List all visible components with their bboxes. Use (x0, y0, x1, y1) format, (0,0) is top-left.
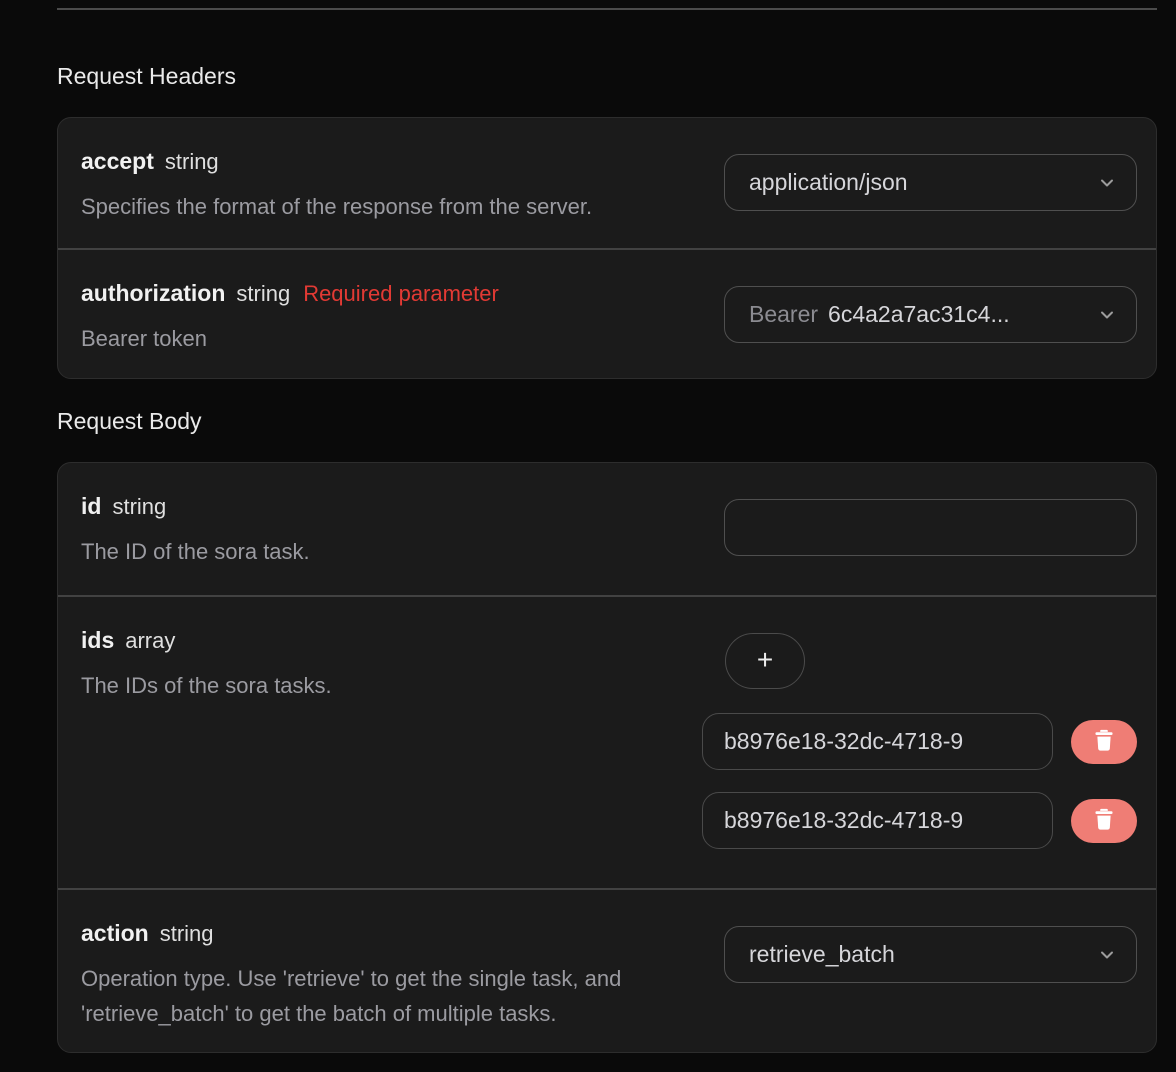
param-type: string (236, 281, 291, 306)
request-body-label: Request Body (57, 408, 202, 434)
chevron-down-icon (1096, 944, 1118, 966)
param-type: string (164, 149, 219, 174)
param-control-action: retrieve_batch (701, 926, 1137, 983)
trash-icon (1091, 806, 1117, 835)
top-divider (57, 8, 1157, 10)
param-control-id (701, 499, 1137, 556)
param-row-id: id string The ID of the sora task. (58, 463, 1156, 595)
accept-select[interactable]: application/json (724, 154, 1137, 211)
param-title: action string (81, 918, 689, 949)
param-info-id: id string The ID of the sora task. (81, 491, 701, 569)
param-type: string (159, 921, 214, 946)
chevron-down-icon (1096, 172, 1118, 194)
param-control-authorization: Bearer 6c4a2a7ac31c4... (701, 286, 1137, 343)
param-row-action: action string Operation type. Use 'retri… (58, 888, 1156, 1052)
action-select-value: retrieve_batch (749, 941, 895, 967)
param-control-accept: application/json (701, 154, 1137, 211)
param-name: accept (81, 148, 154, 174)
param-info-action: action string Operation type. Use 'retri… (81, 918, 701, 1031)
request-body-card: id string The ID of the sora task. ids a… (57, 462, 1157, 1053)
id-input[interactable] (724, 499, 1137, 556)
param-title: id string (81, 491, 689, 522)
delete-item-button[interactable] (1071, 798, 1137, 843)
add-item-button[interactable]: + (725, 633, 805, 689)
param-name: authorization (81, 280, 226, 306)
delete-item-button[interactable] (1071, 719, 1137, 764)
param-row-authorization: authorization string Required parameter … (58, 248, 1156, 378)
param-name: id (81, 493, 102, 519)
array-item-row (702, 792, 1137, 849)
param-row-accept: accept string Specifies the format of th… (58, 118, 1156, 248)
ids-item-input-1[interactable] (702, 792, 1053, 849)
param-type: array (125, 628, 176, 653)
accept-select-value: application/json (749, 169, 908, 195)
param-info-authorization: authorization string Required parameter … (81, 278, 701, 356)
param-control-ids: + (701, 633, 1137, 849)
param-title: authorization string Required parameter (81, 278, 689, 309)
param-title: accept string (81, 146, 689, 177)
request-headers-card: accept string Specifies the format of th… (57, 117, 1157, 379)
trash-icon (1091, 727, 1117, 756)
authorization-select[interactable]: Bearer 6c4a2a7ac31c4... (724, 286, 1137, 343)
param-info-accept: accept string Specifies the format of th… (81, 146, 701, 224)
plus-icon: + (756, 643, 774, 675)
chevron-down-icon (1096, 304, 1118, 326)
param-name: ids (81, 627, 115, 653)
param-description: Specifies the format of the response fro… (81, 194, 593, 219)
param-description: Operation type. Use 'retrieve' to get th… (81, 966, 622, 1026)
authorization-select-value: 6c4a2a7ac31c4... (828, 301, 1010, 327)
param-description: Bearer token (81, 326, 207, 351)
action-select[interactable]: retrieve_batch (724, 926, 1137, 983)
required-parameter-badge: Required parameter (303, 281, 499, 306)
bearer-prefix: Bearer (749, 301, 819, 327)
array-item-row (702, 713, 1137, 770)
param-description: The IDs of the sora tasks. (81, 673, 332, 698)
ids-item-input-0[interactable] (702, 713, 1053, 770)
request-headers-label: Request Headers (57, 63, 236, 89)
param-title: ids array (81, 625, 689, 656)
param-description: The ID of the sora task. (81, 539, 310, 564)
param-type: string (112, 494, 167, 519)
param-info-ids: ids array The IDs of the sora tasks. (81, 625, 701, 703)
param-row-ids: ids array The IDs of the sora tasks. + (58, 595, 1156, 888)
param-name: action (81, 920, 149, 946)
